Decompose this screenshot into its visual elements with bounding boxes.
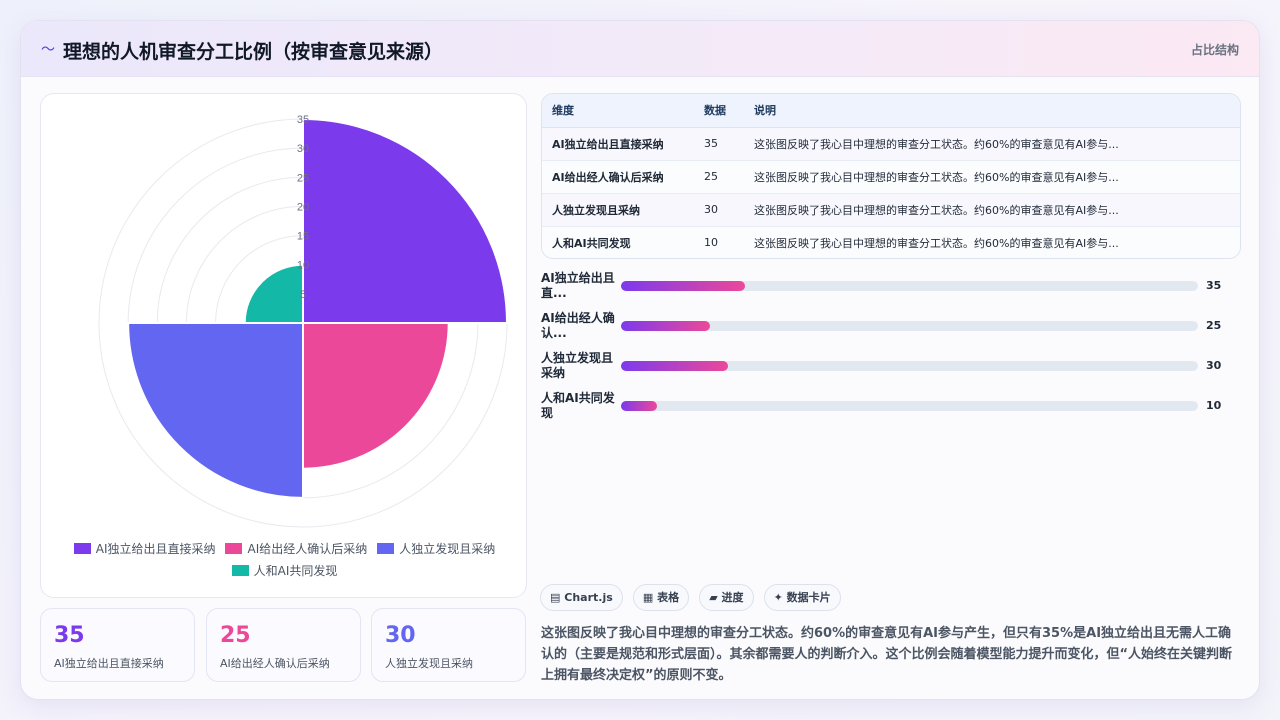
stat-card: 30 人独立发现且采纳 — [371, 608, 526, 682]
progress-label: 人和AI共同发现 — [541, 391, 615, 420]
table-cell: 这张图反映了我心目中理想的审查分工状态。约60%的审查意见有AI参与... — [754, 193, 1240, 227]
radial-tick-label: 20 — [297, 201, 309, 213]
stat-label: 人独立发现且采纳 — [385, 657, 473, 670]
table-row: AI独立给出且直接采纳 35 这张图反映了我心目中理想的审查分工状态。约60%的… — [542, 127, 1240, 161]
sparkle-icon: ✦ — [773, 591, 783, 604]
table-header-row: 维度 数据 说明 — [542, 94, 1240, 128]
table-cell: 35 — [704, 127, 754, 161]
progress-value: 30 — [1206, 359, 1222, 372]
chip-label: 表格 — [657, 591, 680, 604]
progress-fill — [621, 321, 711, 331]
stat-label: AI独立给出且直接采纳 — [54, 657, 164, 670]
view-chips: ▤ Chart.js ▦ 表格 ▰ 进度 ✦ 数据卡片 — [540, 584, 846, 611]
table-cell: 30 — [704, 193, 754, 227]
radial-tick-label: 5 — [300, 289, 306, 301]
progress-row: AI给出经人确认... 25 — [541, 311, 1241, 351]
chip-table[interactable]: ▦ 表格 — [632, 584, 690, 611]
progress-row: 人独立发现且采纳 30 — [541, 351, 1241, 391]
table-cell: AI独立给出且直接采纳 — [542, 127, 704, 161]
table-cell: 这张图反映了我心目中理想的审查分工状态。约60%的审查意见有AI参与... — [754, 226, 1240, 258]
stat-value: 30 — [385, 623, 416, 648]
legend-label: AI独立给出且直接采纳 — [95, 542, 216, 556]
legend-item[interactable]: 人和AI共同发现 — [231, 560, 338, 582]
polar-area-chart: 5 10 15 20 25 30 35 — [98, 114, 509, 528]
description-text: 这张图反映了我心目中理想的审查分工状态。约60%的审查意见有AI参与产生，但只有… — [541, 626, 1233, 683]
polar-chart-panel: 5 10 15 20 25 30 35 AI独立给出且直接采纳 AI给出经人确认后采纳 人独立发… — [40, 93, 527, 598]
legend-label: 人和AI共同发现 — [253, 564, 338, 578]
table-cell: 10 — [704, 226, 754, 258]
page-title: 理想的人机审查分工比例（按审查意见来源） — [63, 41, 444, 63]
column-header: 说明 — [754, 94, 1240, 128]
table-icon: ▦ — [642, 591, 654, 604]
legend-swatch — [377, 543, 395, 554]
table-cell: 人和AI共同发现 — [542, 226, 704, 258]
radial-tick-label: 10 — [297, 260, 309, 272]
chip-label: 数据卡片 — [786, 591, 831, 604]
column-header: 维度 — [542, 94, 704, 128]
table-cell: AI给出经人确认后采纳 — [542, 160, 704, 194]
polar-wedge — [302, 117, 509, 324]
stat-value: 25 — [220, 623, 251, 648]
legend-item[interactable]: AI独立给出且直接采纳 — [73, 538, 216, 560]
header: 〜 理想的人机审查分工比例（按审查意见来源） 占比结构 — [21, 21, 1259, 77]
table-cell: 这张图反映了我心目中理想的审查分工状态。约60%的审查意见有AI参与... — [754, 160, 1240, 194]
stat-value: 35 — [54, 623, 85, 648]
chip-chartjs[interactable]: ▤ Chart.js — [540, 584, 623, 611]
progress-value: 25 — [1206, 319, 1222, 332]
legend-label: AI给出经人确认后采纳 — [247, 542, 368, 556]
column-header: 数据 — [704, 94, 754, 128]
stat-card: 35 AI独立给出且直接采纳 — [40, 608, 195, 682]
table-cell: 这张图反映了我心目中理想的审查分工状态。约60%的审查意见有AI参与... — [754, 127, 1240, 161]
legend-swatch — [231, 565, 249, 576]
progress-fill — [621, 281, 746, 291]
radial-tick-label: 15 — [297, 231, 309, 243]
stat-card: 25 AI给出经人确认后采纳 — [206, 608, 361, 682]
chip-label: Chart.js — [564, 591, 613, 604]
polar-wedge — [243, 263, 304, 324]
data-table: 维度 数据 说明 AI独立给出且直接采纳 35 这张图反映了我心目中理想的审查分… — [541, 93, 1241, 259]
legend-item[interactable]: AI给出经人确认后采纳 — [225, 538, 367, 560]
dashboard-card: 〜 理想的人机审查分工比例（按审查意见来源） 占比结构 5 10 15 20 25 30 3… — [20, 20, 1260, 700]
legend-item[interactable]: 人独立发现且采纳 — [377, 538, 495, 560]
chip-label: 进度 — [721, 591, 744, 604]
stat-label: AI给出经人确认后采纳 — [220, 657, 330, 670]
progress-track — [621, 401, 1198, 411]
chart-legend: AI独立给出且直接采纳 AI给出经人确认后采纳 人独立发现且采纳人和AI共同发现 — [41, 538, 528, 582]
progress-label: AI独立给出且直... — [541, 271, 615, 300]
progress-track — [621, 281, 1198, 291]
radial-tick-label: 25 — [297, 172, 309, 184]
progress-row: AI独立给出且直... 35 — [541, 271, 1241, 311]
legend-swatch — [225, 543, 243, 554]
chart-type-tag: 占比结构 — [1190, 43, 1239, 57]
progress-label: AI给出经人确认... — [541, 311, 615, 340]
progress-label: 人独立发现且采纳 — [541, 351, 614, 380]
progress-value: 10 — [1206, 399, 1222, 412]
progress-track — [621, 361, 1198, 371]
progress-icon: ▰ — [709, 591, 718, 604]
chip-data-cards[interactable]: ✦ 数据卡片 — [763, 584, 841, 611]
table-row: 人独立发现且采纳 30 这张图反映了我心目中理想的审查分工状态。约60%的审查意… — [542, 193, 1240, 227]
trend-icon: 〜 — [41, 42, 55, 58]
progress-row: 人和AI共同发现 10 — [541, 391, 1241, 431]
radial-tick-label: 30 — [297, 143, 309, 155]
progress-fill — [621, 401, 657, 411]
table-cell: 人独立发现且采纳 — [542, 193, 704, 227]
table-row: 人和AI共同发现 10 这张图反映了我心目中理想的审查分工状态。约60%的审查意… — [542, 226, 1240, 258]
progress-fill — [621, 361, 728, 371]
progress-track — [621, 321, 1198, 331]
legend-swatch — [73, 543, 91, 554]
chart-icon: ▤ — [550, 591, 561, 604]
chip-progress[interactable]: ▰ 进度 — [699, 584, 754, 611]
progress-value: 35 — [1206, 279, 1222, 292]
legend-label: 人独立发现且采纳 — [399, 542, 496, 556]
polar-wedge — [127, 322, 304, 499]
table-row: AI给出经人确认后采纳 25 这张图反映了我心目中理想的审查分工状态。约60%的… — [542, 160, 1240, 194]
table-cell: 25 — [704, 160, 754, 194]
radial-tick-label: 35 — [297, 114, 309, 126]
